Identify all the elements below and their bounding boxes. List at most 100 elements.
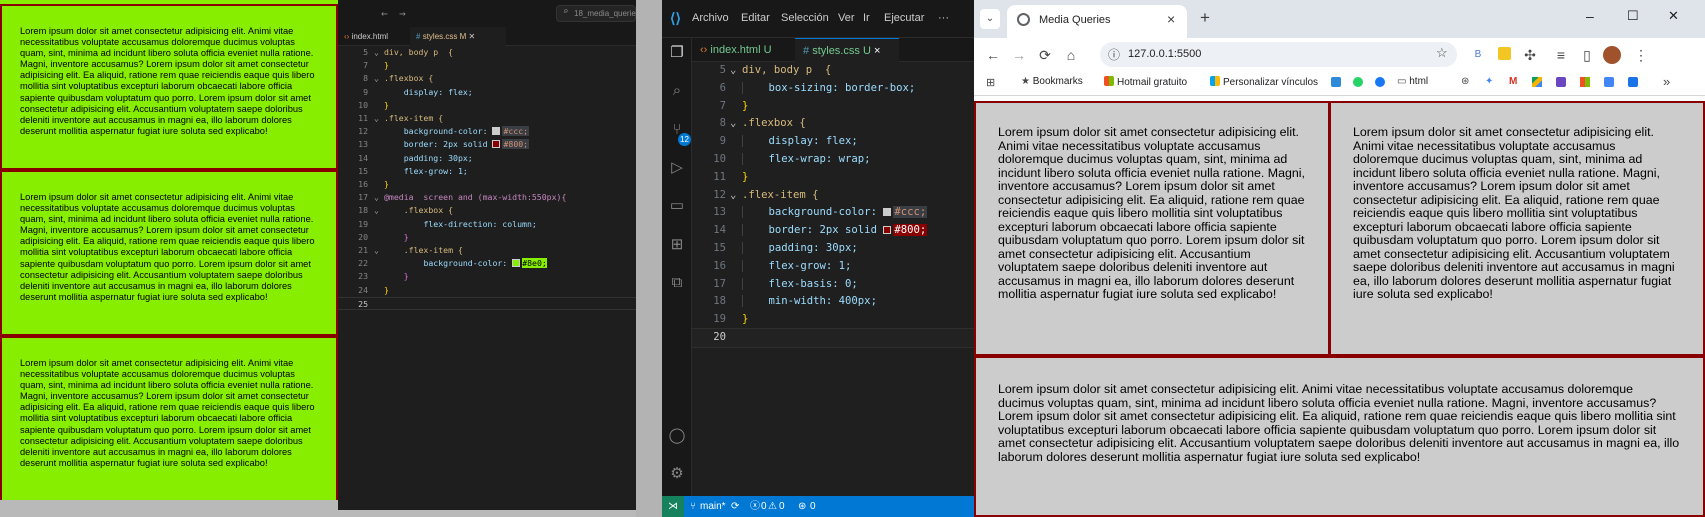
color-swatch[interactable] <box>883 208 892 217</box>
menu-ir[interactable]: Ir <box>863 12 870 24</box>
extension-b-icon[interactable]: B <box>1469 46 1487 64</box>
sync-icon[interactable]: ⟳ <box>731 496 739 517</box>
flex-item-text: Lorem ipsum dolor sit amet consectetur a… <box>998 382 1680 464</box>
run-debug-icon[interactable]: ▷ <box>667 158 687 178</box>
color-swatch[interactable] <box>883 226 892 235</box>
browser-tab[interactable]: Media Queries × <box>1007 5 1187 38</box>
minimize-icon[interactable]: – <box>1586 8 1594 24</box>
remote-explorer-icon[interactable]: ▭ <box>667 196 687 216</box>
bookmark-item[interactable]: Hotmail gratuito <box>1104 76 1187 88</box>
flex-item: Lorem ipsum dolor sit amet consectetur a… <box>0 336 338 502</box>
code-line: 18 ⌄ .flexbox { <box>358 205 454 216</box>
menu-archivo[interactable]: Archivo <box>692 12 729 24</box>
microsoft-icon <box>1210 76 1220 86</box>
tab-styles-css[interactable]: # styles.css M ✕ <box>410 27 506 46</box>
back-arrow-icon[interactable]: ← <box>984 46 1002 64</box>
bookmark-favicon-icon[interactable] <box>1331 77 1341 87</box>
mail-icon[interactable] <box>1556 77 1566 87</box>
bookmark-star-icon[interactable]: ☆ <box>1436 45 1448 61</box>
code-line: 15 padding: 30px; <box>713 242 858 254</box>
activity-bar: ❐ ⌕ ⑂ 12 ▷ ▭ ⊞ ⧉ ◯ ⚙ <box>662 38 692 496</box>
settings-gear-icon[interactable]: ⚙ <box>667 464 687 484</box>
code-line: 8 ⌄ .flexbox { <box>363 73 434 84</box>
menu-kebab-icon[interactable]: ⋮ <box>1632 46 1650 64</box>
explorer-icon[interactable]: ❐ <box>667 43 687 63</box>
tab-label: index.html <box>710 44 761 56</box>
close-tab-icon[interactable]: × <box>1167 11 1175 27</box>
avatar[interactable] <box>1603 46 1621 64</box>
extensions-puzzle-icon[interactable]: ✣ <box>1521 46 1539 64</box>
code-line: 12 ⌄ .flex-item { <box>713 188 819 201</box>
close-icon[interactable]: × <box>874 45 880 57</box>
bookmark-folder[interactable]: ▭ html <box>1397 76 1428 87</box>
code-line: 5 ⌄ div, body p { <box>719 64 832 76</box>
color-swatch[interactable] <box>512 259 521 268</box>
browser-toolbar: ← → ⟳ ⌂ ⓘ 127.0.0.1:5500 ☆ B ✣ ≡ ▯ ⋮ <box>974 38 1705 71</box>
site-info-icon[interactable]: ⓘ <box>1108 46 1120 63</box>
menu-ejecutar[interactable]: Ejecutar <box>884 12 924 24</box>
extension-yellow-icon[interactable] <box>1495 46 1513 64</box>
messenger-icon[interactable] <box>1375 77 1385 87</box>
color-swatch[interactable] <box>492 127 501 136</box>
whatsapp-icon[interactable] <box>1353 77 1363 87</box>
vscode-titlebar: ⟨⟩ Archivo Editar Selección Ver Ir Ejecu… <box>662 0 974 38</box>
menu-more[interactable]: ··· <box>938 12 949 24</box>
ports-icon[interactable]: ⊛ <box>798 496 806 517</box>
git-branch[interactable]: main* <box>700 496 726 517</box>
close-window-icon[interactable]: ✕ <box>1668 8 1679 24</box>
tab-strip: ⌄ Media Queries × + – ☐ ✕ <box>974 0 1705 38</box>
url-text[interactable]: 127.0.0.1:5500 <box>1128 48 1201 60</box>
page-viewport: Lorem ipsum dolor sit amet consectetur a… <box>974 101 1705 517</box>
bookmark-item[interactable]: ★ Bookmarks <box>1021 76 1083 87</box>
tab-label: styles.css <box>812 45 860 57</box>
search-icon[interactable]: ⌕ <box>667 81 687 101</box>
account-icon[interactable]: ◯ <box>667 426 687 446</box>
code-area[interactable]: 5 ⌄ div, body p { 7 } 8 ⌄ .flexbox { 9 displ… <box>338 46 636 510</box>
new-tab-icon[interactable]: + <box>1200 8 1210 28</box>
close-icon[interactable]: ✕ <box>469 32 476 41</box>
tab-search-chevron-icon[interactable]: ⌄ <box>980 9 1000 29</box>
sidebar-icon[interactable]: ▯ <box>1578 46 1596 64</box>
home-icon[interactable]: ⌂ <box>1062 46 1080 64</box>
maximize-icon[interactable]: ☐ <box>1627 8 1639 24</box>
tab-styles-css[interactable]: # styles.css U × <box>795 38 899 62</box>
css-icon: # <box>416 32 421 41</box>
code-line: 19 } <box>713 313 749 326</box>
tab-index-html[interactable]: ‹› index.html <box>338 27 410 46</box>
back-arrow-icon[interactable]: ← <box>381 7 388 20</box>
git-branch-icon[interactable]: ⑂ <box>690 496 696 517</box>
testing-icon[interactable]: ⧉ <box>667 273 687 293</box>
google-drive-icon[interactable] <box>1532 77 1542 87</box>
calendar-icon[interactable] <box>1604 77 1614 87</box>
tab-title: Media Queries <box>1039 14 1111 26</box>
flex-item-text: Lorem ipsum dolor sit amet consectetur a… <box>20 358 315 468</box>
color-swatch[interactable] <box>492 140 501 149</box>
command-center-search[interactable]: ⌕ 18_media_queries <box>556 5 640 22</box>
menu-ver[interactable]: Ver <box>838 12 855 24</box>
code-line: 25 <box>338 296 636 310</box>
code-line-current[interactable]: 20 <box>691 328 975 348</box>
menu-editar[interactable]: Editar <box>741 12 770 24</box>
microsoft-office-icon[interactable] <box>1580 77 1590 87</box>
more-bookmarks-icon[interactable]: » <box>1663 74 1670 89</box>
bookmark-favicon-icon[interactable] <box>1628 77 1638 87</box>
reload-icon[interactable]: ⟳ <box>1036 46 1054 64</box>
code-line: 10 } <box>358 99 389 110</box>
address-bar[interactable]: ⓘ 127.0.0.1:5500 ☆ <box>1100 42 1457 67</box>
forward-arrow-icon[interactable]: → <box>399 7 406 20</box>
forward-arrow-icon[interactable]: → <box>1010 46 1028 64</box>
extensions-icon[interactable]: ⊞ <box>667 235 687 255</box>
warning-icon[interactable]: ⚠ <box>768 496 777 517</box>
chatgpt-icon[interactable]: ⊛ <box>1461 76 1469 87</box>
bookmark-item[interactable]: Personalizar vínculos <box>1210 76 1318 88</box>
code-line: 11 } <box>713 170 749 183</box>
menu-seleccion[interactable]: Selección <box>781 12 829 24</box>
apps-grid-icon[interactable]: ⊞ <box>986 76 995 89</box>
gmail-icon[interactable]: M <box>1509 76 1517 87</box>
tab-index-html[interactable]: ‹› index.html U <box>692 38 795 62</box>
untracked-badge: U <box>862 45 871 57</box>
error-icon[interactable]: ⓧ <box>750 496 760 517</box>
reading-list-icon[interactable]: ≡ <box>1552 46 1570 64</box>
remote-indicator-icon[interactable]: ⋊ <box>662 496 684 517</box>
gemini-icon[interactable]: ✦ <box>1485 76 1493 87</box>
